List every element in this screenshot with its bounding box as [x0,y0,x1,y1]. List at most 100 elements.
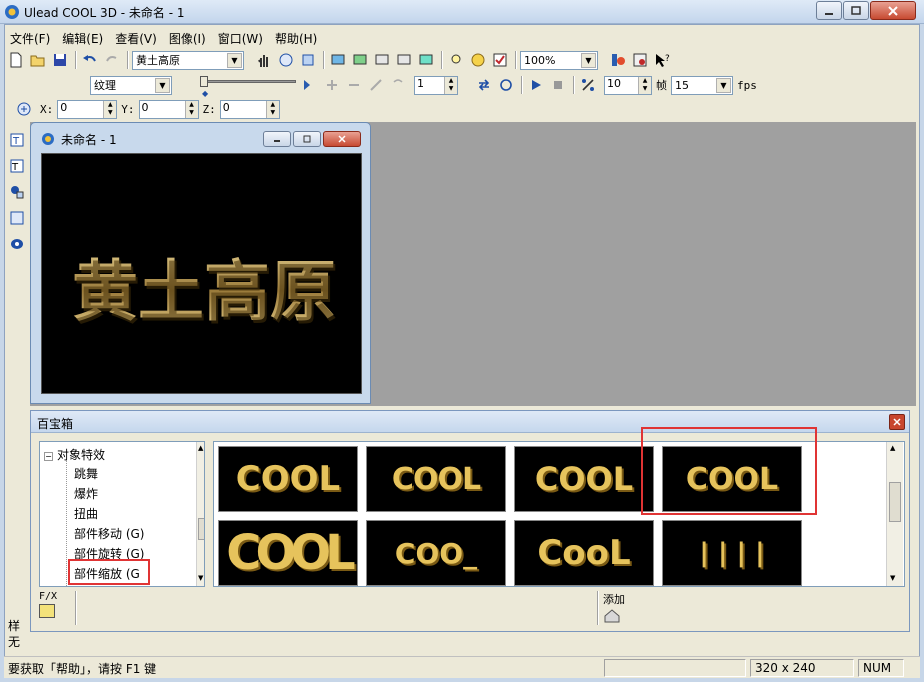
app-icon [4,4,20,20]
z-spinner[interactable]: 0 ▲ ▼ [219,99,280,119]
pan-tool-button[interactable] [254,50,274,70]
scroll-up-icon[interactable]: ▲ [198,444,203,452]
close-button[interactable] [870,1,916,20]
tree-item[interactable]: 部件移动 (G) [74,525,144,542]
zoom-object-button[interactable] [7,208,27,228]
play-button[interactable] [526,75,546,95]
tree-item[interactable]: 爆炸 [74,485,98,502]
loop-button[interactable] [474,75,494,95]
view-button-5[interactable] [416,50,436,70]
tree-scrollbar[interactable]: ▲ ▼ [196,442,204,586]
scroll-thumb[interactable] [198,518,204,540]
menu-help[interactable]: 帮助(H) [269,28,323,46]
edit-text-button[interactable]: T [7,156,27,176]
document-maximize-button[interactable] [293,131,321,147]
add-button[interactable] [603,609,621,623]
undo-button[interactable] [80,50,100,70]
remove-key-button[interactable] [344,75,364,95]
fps-select[interactable]: 15 ▼ [671,75,733,95]
x-spinner[interactable]: 0 ▲ ▼ [57,99,118,119]
menu-view[interactable]: 查看(V) [109,28,163,46]
check-button[interactable] [490,50,510,70]
open-button[interactable] [28,50,48,70]
view-button-2[interactable] [350,50,370,70]
x-label: X: [40,102,54,116]
close-icon [893,418,901,426]
maximize-button[interactable] [843,1,869,20]
toolbar-separator [441,51,443,69]
toolbar-separator [323,51,325,69]
status-help-text: 要获取「帮助」，请按 F1 键 [8,662,157,676]
tree-item[interactable]: 跳舞 [74,465,98,482]
insert-object-button[interactable]: T [7,130,27,150]
attribute-select[interactable]: 纹理 ▼ [90,75,172,95]
palette-close-button[interactable] [889,414,905,430]
menu-window[interactable]: 窗口(W) [212,28,269,46]
help-pointer-button[interactable]: ? [652,50,672,70]
tree-root-item[interactable]: − 对象特效 [44,446,105,463]
fx-button[interactable] [39,604,55,618]
tree-item[interactable]: 扭曲 [74,505,98,522]
view-button-4[interactable] [394,50,414,70]
effect-thumbnail[interactable]: COOL [218,520,358,586]
3d-title-text[interactable]: 黄土高原 [72,238,336,334]
effect-thumbnail[interactable]: CooL [514,520,654,586]
y-spinner[interactable]: 0 ▲ ▼ [138,99,199,119]
total-frames-spinner[interactable]: 10 ▲ ▼ [604,75,652,95]
minimize-button[interactable] [816,1,842,20]
globe-button[interactable] [468,50,488,70]
animation-toolbar: 纹理 ▼ ◆ 1 ▲ ▼ 10 ▲ ▼ 帧 15 ▼ fps [6,73,761,98]
new-button[interactable] [6,50,26,70]
scroll-down-icon[interactable]: ▼ [890,574,895,582]
stop-button[interactable] [548,75,568,95]
ping-pong-button[interactable] [496,75,516,95]
rotate-tool-button[interactable] [276,50,296,70]
document-minimize-button[interactable] [263,131,291,147]
view-button-1[interactable] [328,50,348,70]
scroll-thumb[interactable] [889,482,901,522]
insert-geometry-button[interactable] [7,182,27,202]
document-close-button[interactable] [323,131,361,147]
menu-file[interactable]: 文件(F) [4,28,56,46]
scroll-down-icon[interactable]: ▼ [198,574,203,582]
object-select[interactable]: 黄土高原 ▼ [132,50,244,70]
zoom-select-value: 100% [524,53,556,67]
size-tool-button[interactable] [298,50,318,70]
menu-image[interactable]: 图像(I) [163,28,212,46]
effect-thumbnail[interactable]: COOL [514,446,654,512]
effect-thumbnail[interactable]: COOL [366,446,506,512]
frame-label: 帧 [656,79,667,92]
refresh-icon [500,79,512,91]
y-value: 0 [141,100,149,114]
monitor-icon [397,54,411,65]
thumbnail-scrollbar[interactable]: ▲ ▼ [886,442,903,586]
title-bar: Ulead COOL 3D - 未命名 - 1 [0,0,924,24]
timeline-slider[interactable]: ◆ [200,75,296,98]
scroll-up-icon[interactable]: ▲ [890,444,895,452]
toolbar-separator [515,51,517,69]
monitor-icon [353,54,367,65]
export-button[interactable] [630,50,650,70]
render-button[interactable] [608,50,628,70]
slider-handle[interactable] [200,76,208,87]
light-button[interactable] [446,50,466,70]
tree-expander-icon[interactable]: − [44,452,53,461]
material-button[interactable] [7,234,27,254]
position-tool-button[interactable] [14,99,34,119]
effect-thumbnail[interactable]: COO_ [366,520,506,586]
add-key-button[interactable] [322,75,342,95]
effect-thumbnail[interactable]: COOL [218,446,358,512]
reverse-button[interactable] [366,75,386,95]
render-canvas[interactable]: 黄土高原 [41,153,362,394]
key-frame-nav[interactable] [300,75,320,95]
zoom-select[interactable]: 100% ▼ [520,50,598,70]
frame-number-spinner[interactable]: 1 ▲ ▼ [414,75,458,95]
z-label: Z: [202,102,216,116]
loop-key-button[interactable] [388,75,408,95]
view-button-3[interactable] [372,50,392,70]
save-button[interactable] [50,50,70,70]
menu-edit[interactable]: 编辑(E) [56,28,109,46]
effect-thumbnail[interactable]: | | | | [662,520,802,586]
redo-button[interactable] [102,50,122,70]
percent-button[interactable] [578,75,598,95]
